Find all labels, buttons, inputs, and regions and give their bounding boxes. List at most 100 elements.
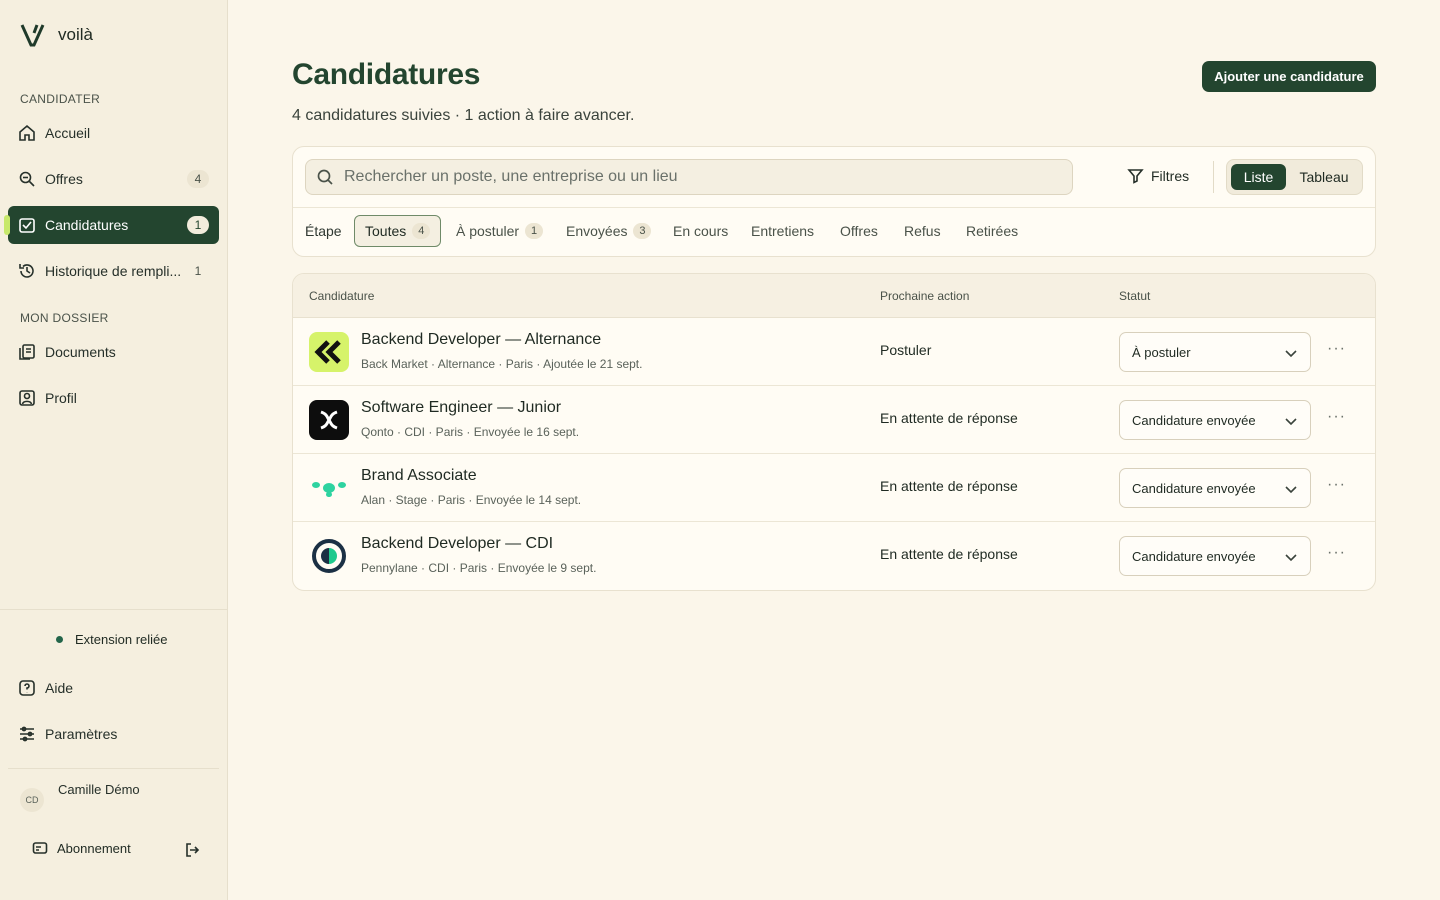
divider (293, 207, 1375, 208)
tab-stage-sent[interactable]: Envoyées 3 (556, 215, 661, 247)
subscription-button[interactable]: Abonnement (32, 840, 131, 856)
stage-tab-label: Envoyées (566, 223, 628, 239)
sidebar-divider (0, 609, 228, 610)
avatar: CD (20, 788, 44, 812)
history-count-badge: 1 (194, 264, 202, 278)
table-header: Candidature Prochaine action Statut (293, 274, 1375, 318)
sidebar-item-documents[interactable]: Documents (8, 333, 219, 371)
job-title[interactable]: Backend Developer — Alternance (361, 331, 601, 349)
sidebar-item-home[interactable]: Accueil (8, 114, 219, 152)
chevron-down-icon (1285, 418, 1297, 426)
sidebar-item-profile[interactable]: Profil (8, 379, 219, 417)
alan-logo (309, 468, 349, 508)
table-row[interactable]: Backend Developer — Alternance Back Mark… (293, 318, 1375, 386)
tab-stage-offers[interactable]: Offres (830, 215, 888, 247)
tab-stage-interviews[interactable]: Entretiens (741, 215, 824, 247)
status-value: Candidature envoyée (1132, 412, 1256, 428)
table-row[interactable]: Backend Developer — CDI Pennylane · CDI … (293, 522, 1375, 590)
offers-count-badge: 4 (187, 170, 209, 188)
sidebar: voilà CANDIDATER Accueil Offres 4 Candid… (0, 0, 228, 900)
chevron-down-icon (1285, 554, 1297, 562)
chevron-down-icon (1285, 486, 1297, 494)
documents-icon (18, 343, 36, 361)
job-title[interactable]: Backend Developer — CDI (361, 535, 553, 553)
user-name: Camille Démo (58, 782, 140, 797)
applications-table: Candidature Prochaine action Statut Back… (292, 273, 1376, 591)
search-box (305, 159, 1073, 195)
more-options-icon[interactable]: ··· (1327, 476, 1346, 494)
tab-stage-withdrawn[interactable]: Retirées (956, 215, 1028, 247)
status-select[interactable]: Candidature envoyée (1119, 400, 1311, 440)
stage-tab-label: Offres (840, 223, 878, 239)
stage-count-badge: 3 (633, 223, 652, 239)
search-input[interactable] (344, 168, 1044, 186)
extension-status: Extension reliée (56, 632, 168, 647)
column-header-application: Candidature (309, 289, 375, 303)
sidebar-item-settings[interactable]: Paramètres (8, 715, 219, 753)
tab-stage-rejected[interactable]: Refus (894, 215, 951, 247)
history-icon (18, 262, 36, 280)
sidebar-item-label: Documents (45, 344, 116, 360)
qonto-logo (309, 400, 349, 440)
filters-button[interactable]: Filtres (1127, 167, 1189, 184)
stage-tab-label: Entretiens (751, 223, 815, 239)
view-toggle: Liste Tableau (1226, 159, 1363, 195)
job-title[interactable]: Brand Associate (361, 467, 477, 485)
voila-logo-icon (20, 24, 45, 47)
stage-tab-label: Toutes (365, 223, 407, 239)
sidebar-item-label: Candidatures (45, 217, 129, 233)
column-header-status: Statut (1119, 289, 1151, 303)
more-options-icon[interactable]: ··· (1327, 544, 1346, 562)
status-select[interactable]: Candidature envoyée (1119, 536, 1311, 576)
brand[interactable]: voilà (20, 22, 93, 48)
filter-funnel-icon (1127, 169, 1144, 184)
section-label-file: MON DOSSIER (20, 311, 109, 325)
logout-icon (186, 843, 200, 857)
user-profile[interactable]: CD Camille Démo (20, 782, 140, 812)
more-options-icon[interactable]: ··· (1327, 340, 1346, 358)
logout-button[interactable] (184, 842, 200, 863)
sidebar-item-offers[interactable]: Offres 4 (8, 160, 219, 198)
sidebar-item-label: Historique de rempli... (45, 263, 182, 279)
job-title[interactable]: Software Engineer — Junior (361, 399, 561, 417)
job-meta: Alan · Stage · Paris · Envoyée le 14 sep… (361, 493, 582, 507)
table-row[interactable]: Brand Associate Alan · Stage · Paris · E… (293, 454, 1375, 522)
stage-count-badge: 1 (525, 223, 544, 239)
job-meta: Back Market · Alternance · Paris · Ajout… (361, 357, 643, 371)
sidebar-divider (8, 768, 219, 769)
brand-name: voilà (58, 25, 93, 44)
filters-label: Filtres (1151, 167, 1190, 184)
settings-sliders-icon (18, 725, 36, 743)
status-select[interactable]: Candidature envoyée (1119, 468, 1311, 508)
search-icon (317, 169, 333, 185)
job-meta: Qonto · CDI · Paris · Envoyée le 16 sept… (361, 425, 580, 439)
next-action: En attente de réponse (880, 410, 1018, 426)
section-label-apply: CANDIDATER (20, 92, 101, 106)
sidebar-item-help[interactable]: Aide (8, 669, 219, 707)
add-application-button[interactable]: Ajouter une candidature (1202, 61, 1376, 92)
status-value: Candidature envoyée (1132, 548, 1256, 564)
stage-tab-label: Retirées (966, 223, 1019, 239)
help-icon (18, 679, 36, 697)
extension-status-label: Extension reliée (75, 632, 168, 647)
status-select[interactable]: À postuler (1119, 332, 1311, 372)
more-options-icon[interactable]: ··· (1327, 408, 1346, 426)
table-row[interactable]: Software Engineer — Junior Qonto · CDI ·… (293, 386, 1375, 454)
back-market-logo (309, 332, 349, 372)
pennylane-logo (309, 536, 349, 576)
view-list-option[interactable]: Liste (1231, 164, 1286, 190)
view-board-option[interactable]: Tableau (1290, 164, 1358, 190)
sidebar-item-history[interactable]: Historique de rempli... 1 (8, 252, 219, 290)
page-subtitle: 4 candidatures suivies · 1 action à fair… (292, 107, 635, 124)
tab-stage-to-apply[interactable]: À postuler 1 (446, 215, 553, 247)
next-action: En attente de réponse (880, 546, 1018, 562)
tab-stage-all[interactable]: Toutes 4 (354, 215, 442, 247)
home-icon (18, 124, 36, 142)
sidebar-item-applications[interactable]: Candidatures 1 (4, 206, 219, 244)
sidebar-item-label: Profil (45, 390, 77, 406)
profile-icon (18, 389, 36, 407)
stage-tab-label: Refus (904, 223, 941, 239)
divider (1213, 161, 1214, 193)
sidebar-item-label: Aide (45, 680, 74, 696)
tab-stage-in-progress[interactable]: En cours (663, 215, 738, 247)
